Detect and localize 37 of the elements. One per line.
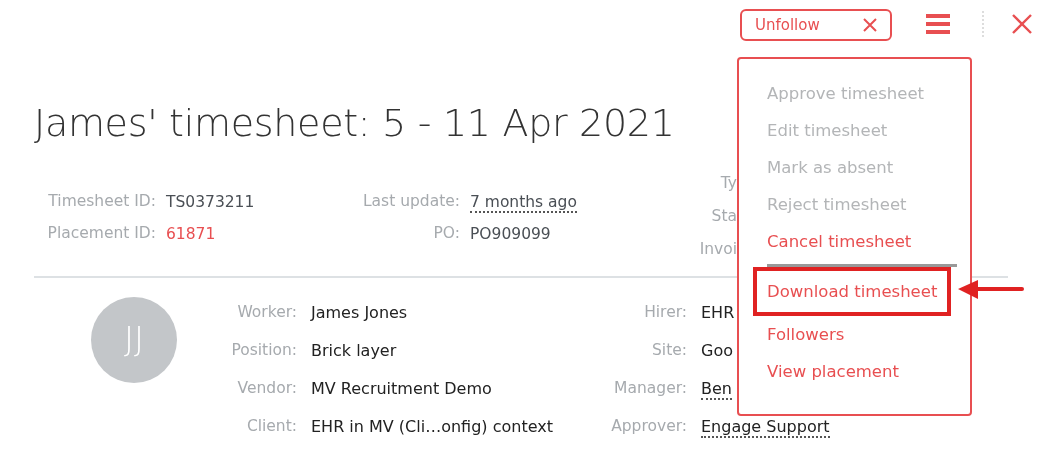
field-value: Goo (701, 340, 733, 360)
field-label: PO: (432, 223, 460, 245)
field-label: Manager: (613, 378, 687, 400)
field-label: Timesheet ID: (47, 191, 156, 213)
close-icon[interactable] (1012, 14, 1032, 34)
field-label: Ty (720, 172, 737, 194)
field-label: Position: (230, 340, 297, 362)
placement-link[interactable]: 61871 (166, 224, 216, 243)
field-value[interactable]: 7 months ago (470, 192, 577, 213)
field-value: TS0373211 (166, 192, 255, 211)
pointer-arrow (956, 279, 1024, 301)
field-label: Invoi (699, 238, 737, 260)
field-label: Approver: (610, 416, 687, 438)
field-label: Placement ID: (46, 223, 156, 245)
field-value: Brick layer (311, 340, 397, 360)
field-label: Client: (245, 416, 297, 438)
menu-icon[interactable] (926, 13, 950, 35)
field-value: EHR (701, 302, 735, 322)
field-label: Last update: (361, 191, 460, 213)
menu-item[interactable]: Download timesheet (753, 267, 951, 316)
field-label: Vendor: (236, 378, 297, 400)
field-label: Worker: (236, 302, 297, 324)
field-value: James Jones (311, 302, 408, 322)
field-label: Site: (651, 340, 687, 362)
page-title: James' timesheet: 5 - 11 Apr 2021 (34, 103, 675, 145)
avatar: JJ (91, 296, 177, 383)
field-label: Sta (711, 205, 737, 227)
menu-item[interactable]: View placement (753, 353, 899, 390)
unfollow-button[interactable]: Unfollow (740, 9, 892, 41)
field-value: PO909099 (470, 224, 551, 243)
menu-item[interactable]: Cancel timesheet (753, 223, 912, 260)
field-value: MV Recruitment Demo (311, 378, 492, 398)
field-value: EHR in MV (Cli…onfig) context (311, 416, 553, 436)
field-label: Hirer: (643, 302, 687, 324)
close-icon (863, 18, 877, 32)
menu-item[interactable]: Followers (753, 316, 845, 353)
field-value[interactable]: Ben (701, 378, 732, 400)
